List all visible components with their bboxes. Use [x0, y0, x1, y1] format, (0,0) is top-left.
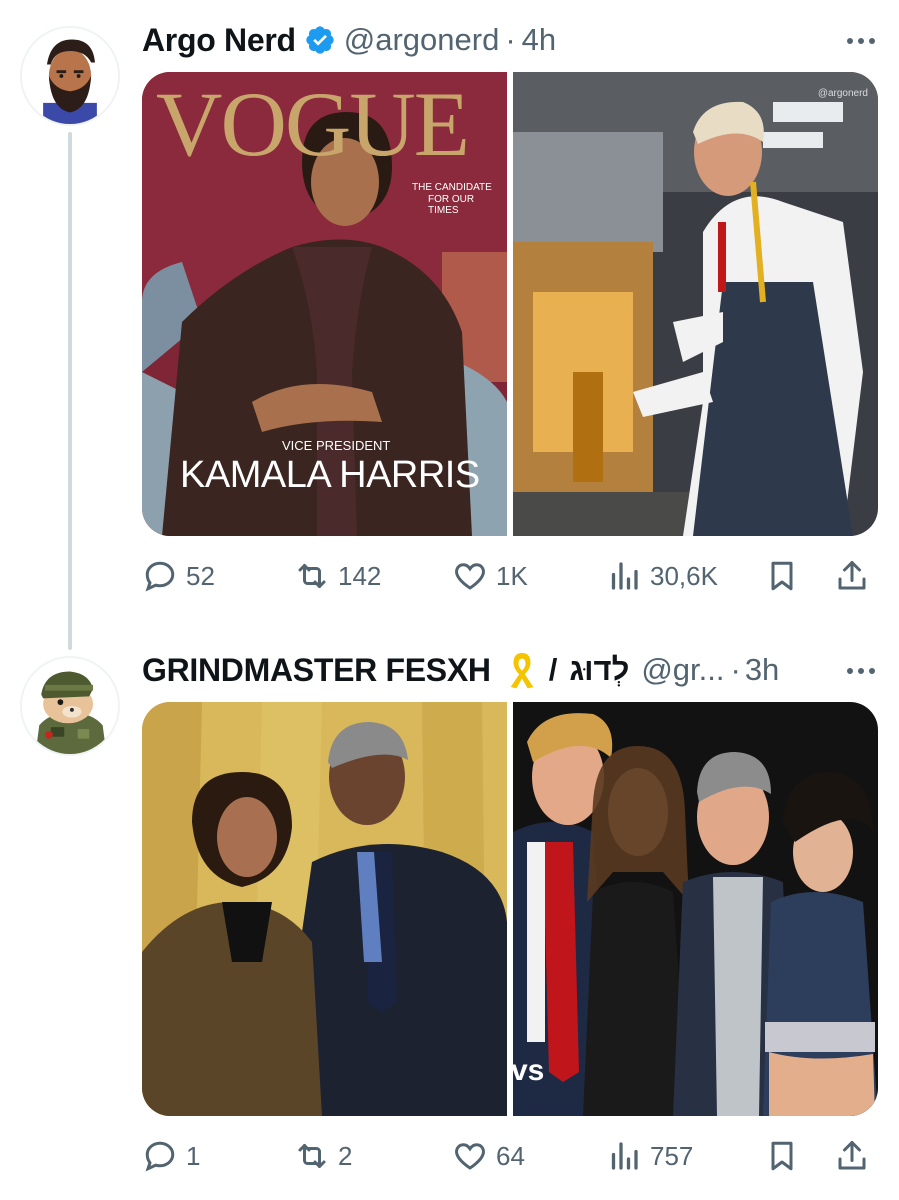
name-separator: /	[548, 652, 558, 687]
views-button[interactable]: 30,6K	[606, 554, 718, 598]
repost-icon	[298, 1144, 326, 1168]
image-corner-text: vs	[513, 1054, 545, 1087]
more-dots-icon[interactable]	[847, 668, 875, 674]
share-button[interactable]	[834, 554, 878, 598]
share-button[interactable]	[834, 1134, 878, 1178]
views-count: 30,6K	[650, 560, 718, 591]
vogue-masthead: VOGUE	[156, 73, 470, 175]
handle[interactable]: @gr...	[641, 652, 724, 688]
tweet-1-actions: 52 142 1K 30,6K	[142, 554, 878, 598]
tweet-1-media[interactable]: VOGUE THE CANDIDATE FOR OUR TIMES VICE P…	[142, 72, 878, 536]
handle[interactable]: @argonerd	[344, 22, 500, 58]
cover-role: VICE PRESIDENT	[282, 438, 391, 453]
kitchen-photo-image[interactable]: @argonerd	[513, 72, 878, 536]
avatar-grindmaster[interactable]	[20, 656, 120, 756]
reply-button[interactable]: 52	[142, 554, 215, 598]
bookmark-button[interactable]	[764, 554, 808, 598]
tweet-2-header: GRINDMASTER FESXH / לְדוּג @gr... · 3h	[142, 648, 779, 692]
cover-tagline-2: FOR OUR TIMES	[428, 194, 475, 216]
reply-button[interactable]: 1	[142, 1134, 200, 1178]
like-button[interactable]: 1K	[452, 554, 528, 598]
thread-connector-line	[68, 132, 72, 650]
reply-icon	[145, 561, 175, 592]
vogue-cover-image[interactable]: VOGUE THE CANDIDATE FOR OUR TIMES VICE P…	[142, 72, 507, 536]
cover-tagline-1: THE CANDIDATE	[412, 182, 492, 193]
tweet-2-media[interactable]: vs	[142, 702, 878, 1116]
harris-obama-photo-image[interactable]	[142, 702, 507, 1116]
display-name[interactable]: GRINDMASTER FESXH	[142, 652, 491, 689]
bookmark-icon	[771, 1141, 793, 1171]
like-count: 64	[496, 1140, 525, 1171]
repost-count: 142	[338, 560, 382, 591]
display-name[interactable]: Argo Nerd	[142, 22, 296, 59]
cover-name: KAMALA HARRIS	[180, 454, 480, 496]
avatar-argonerd[interactable]	[20, 26, 120, 126]
verified-badge-icon[interactable]	[304, 24, 336, 56]
repost-button[interactable]: 2	[294, 1134, 352, 1178]
repost-button[interactable]: 142	[294, 554, 381, 598]
tweet-1-header: Argo Nerd @argonerd · 4h	[142, 18, 556, 62]
reply-count: 1	[186, 1140, 201, 1171]
reply-icon	[145, 1141, 175, 1172]
like-count: 1K	[496, 560, 528, 591]
views-button[interactable]: 757	[606, 1134, 693, 1178]
like-button[interactable]: 64	[452, 1134, 525, 1178]
tweet-2-actions: 1 2 64 757	[142, 1134, 878, 1178]
meta-dot: ·	[730, 652, 741, 687]
views-chart-icon	[611, 1142, 638, 1170]
party-group-photo-image[interactable]: vs	[513, 702, 878, 1116]
yellow-ribbon-icon	[510, 653, 534, 689]
timestamp[interactable]: 4h	[522, 22, 556, 58]
repost-count: 2	[338, 1140, 353, 1171]
heart-icon	[455, 1143, 485, 1170]
repost-icon	[298, 564, 326, 588]
views-count: 757	[650, 1140, 694, 1171]
views-chart-icon	[611, 562, 638, 590]
bookmark-button[interactable]	[764, 1134, 808, 1178]
bookmark-icon	[771, 561, 793, 591]
share-icon	[838, 1141, 866, 1170]
timestamp[interactable]: 3h	[745, 652, 779, 688]
meta-dot: ·	[505, 22, 516, 57]
more-dots-icon[interactable]	[847, 38, 875, 44]
reply-count: 52	[186, 560, 215, 591]
share-icon	[838, 561, 866, 590]
heart-icon	[455, 563, 485, 590]
display-name-hebrew: לְדוּג	[569, 652, 630, 687]
image-watermark: @argonerd	[817, 88, 868, 99]
